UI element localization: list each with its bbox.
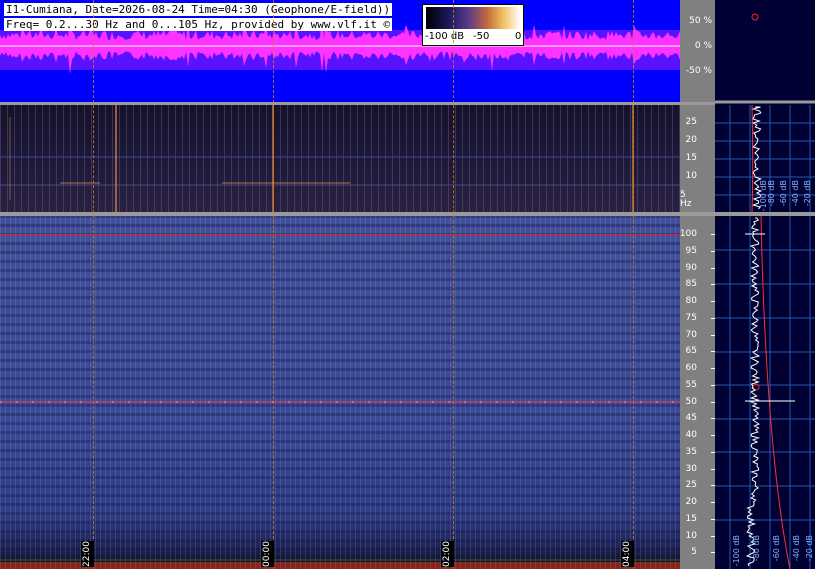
hf-tick: 90 bbox=[685, 262, 697, 273]
time-label: 04:00 bbox=[621, 541, 634, 567]
title-line-1: I1-Cumiana, Date=2026-08-24 Time=04:30 (… bbox=[4, 3, 393, 16]
amplitude-tick: -50 % bbox=[685, 66, 712, 76]
hf-tick: 50 bbox=[685, 396, 697, 407]
lf-db-tick: -20 dB bbox=[803, 180, 812, 207]
amplitude-tick: 0 % bbox=[694, 41, 712, 51]
hf-tick: 95 bbox=[685, 245, 697, 256]
lf-tick: 25 bbox=[685, 117, 697, 127]
side-spectrum-plot bbox=[715, 13, 815, 569]
hf-tick: 20 bbox=[685, 497, 697, 507]
hf-tick: 10 bbox=[685, 530, 697, 541]
hf-tick: 70 bbox=[685, 329, 697, 340]
time-marker-line bbox=[93, 0, 94, 569]
hf-tick: 15 bbox=[685, 513, 697, 524]
lf-tick: 20 bbox=[685, 135, 697, 145]
hf-tick: 80 bbox=[685, 296, 697, 306]
colorbar-legend: -100 dB -50 0 bbox=[422, 4, 524, 46]
amplitude-tick: 50 % bbox=[689, 16, 712, 26]
hf-tick: 55 bbox=[685, 379, 697, 390]
hf-tick: 65 bbox=[685, 346, 697, 357]
hf-frequency-axis: 100 95 90 85 80 75 70 65 60 55 50 45 40 35 30 25 20 15 10 5 bbox=[680, 216, 715, 569]
lf-db-tick: -40 dB bbox=[791, 180, 800, 207]
hf-tick: 40 bbox=[685, 430, 697, 440]
hf-tick: 60 bbox=[685, 363, 697, 373]
lf-db-tick: -60 dB bbox=[779, 180, 788, 207]
colorbar-gradient bbox=[426, 7, 520, 29]
amplitude-axis: 50 % 0 % -50 % bbox=[680, 0, 715, 102]
lf-frequency-axis: 25 20 15 10 5 Hz bbox=[680, 105, 715, 212]
spectrum-side-panel: -100 dB -80 dB -60 dB -40 dB -20 dB -100… bbox=[715, 0, 815, 569]
hf-db-tick: -20 dB bbox=[805, 535, 814, 562]
hf-tick: 75 bbox=[685, 312, 697, 323]
time-label: 02:00 bbox=[441, 541, 454, 567]
lf-tick: 10 bbox=[685, 171, 697, 181]
lf-db-tick: -80 dB bbox=[767, 180, 776, 207]
time-marker-line bbox=[273, 0, 274, 569]
lf-spectrogram bbox=[0, 105, 680, 212]
colorbar-label-mid: -50 bbox=[473, 31, 490, 42]
hf-tick: 25 bbox=[685, 480, 697, 491]
hf-tick: 35 bbox=[685, 446, 697, 457]
time-marker-line bbox=[453, 0, 454, 569]
time-marker-line bbox=[633, 0, 634, 569]
amplitude-strip: I1-Cumiana, Date=2026-08-24 Time=04:30 (… bbox=[0, 0, 680, 102]
hf-db-tick: -100 dB bbox=[732, 535, 741, 567]
hf-db-tick: -40 dB bbox=[792, 535, 801, 562]
hf-db-tick: -60 dB bbox=[772, 535, 781, 562]
hf-tick: 45 bbox=[685, 413, 697, 424]
hf-tick: 30 bbox=[685, 463, 697, 474]
hf-tick: 5 bbox=[691, 547, 697, 558]
hf-db-tick: -80 dB bbox=[752, 535, 761, 562]
lf-tick: 5 Hz bbox=[680, 190, 692, 209]
hf-spectrogram bbox=[0, 216, 680, 569]
colorbar-label-min: -100 dB bbox=[425, 31, 465, 42]
hf-tick: 85 bbox=[685, 279, 697, 290]
lf-tick: 15 bbox=[685, 153, 697, 163]
colorbar-label-max: 0 bbox=[515, 31, 522, 42]
time-label: 22:00 bbox=[81, 541, 94, 567]
hf-tick: 100 bbox=[679, 229, 697, 239]
time-label: 00:00 bbox=[261, 541, 274, 567]
title-line-2: Freq= 0.2...30 Hz and 0...105 Hz, provid… bbox=[4, 18, 393, 31]
